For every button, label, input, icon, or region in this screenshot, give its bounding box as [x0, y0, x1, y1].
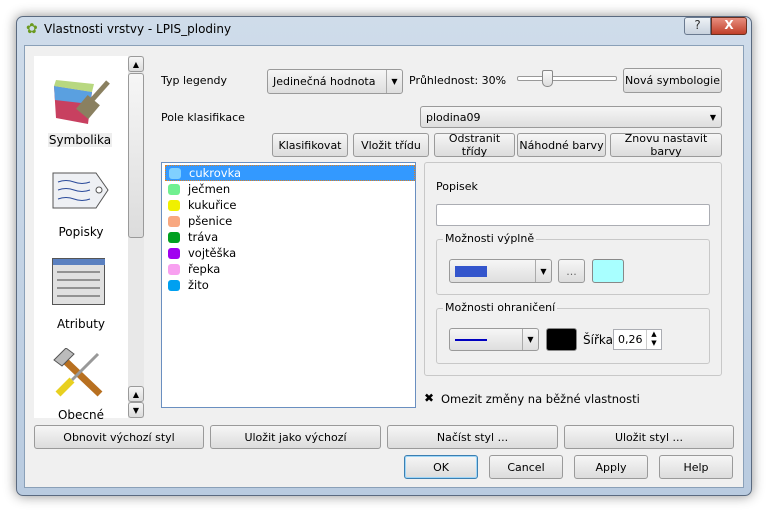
sidebar-item-obecne[interactable]: Obecné [34, 408, 128, 422]
class-label: ječmen [188, 182, 231, 196]
close-button[interactable]: X [711, 17, 747, 35]
class-label: řepka [188, 262, 221, 276]
sidebar-item-popisky[interactable]: Popisky [34, 225, 128, 239]
ok-button[interactable]: OK [404, 455, 478, 479]
class-list-item[interactable]: pšenice [165, 213, 415, 229]
save-as-default-button[interactable]: Uložit jako výchozí [210, 425, 381, 449]
class-list-item[interactable]: vojtěška [165, 245, 415, 261]
class-label: kukuřice [188, 198, 237, 212]
random-colors-button[interactable]: Náhodné barvy [517, 133, 606, 157]
class-list[interactable]: cukrovka ječmen kukuřice pšenice tráva vojtěš… [161, 162, 416, 408]
spin-arrows-icon[interactable]: ▲ ▼ [646, 330, 661, 349]
new-symbology-button[interactable]: Nová symbologie [623, 68, 722, 93]
sidebar-scrollbar[interactable]: ▲ ▲ ▼ [128, 56, 144, 418]
save-style-button[interactable]: Uložit styl ... [564, 425, 734, 449]
help-button[interactable]: ? [684, 17, 711, 35]
polygon-symbol-icon [168, 183, 180, 195]
sidebar-nav: Symbolika Popisky Atributy Obecné [34, 56, 128, 422]
scroll-up-icon[interactable]: ▲ [128, 56, 144, 72]
class-list-item[interactable]: ječmen [165, 181, 415, 197]
restrict-label: Omezit změny na běžné vlastnosti [441, 392, 640, 406]
chevron-down-icon: ▼ [522, 329, 538, 350]
scrollbar-thumb[interactable] [128, 73, 144, 238]
class-list-item[interactable]: cukrovka [165, 165, 415, 181]
legend-type-value: Jedinečná hodnota [273, 75, 376, 88]
class-label: tráva [188, 230, 219, 244]
polygon-symbol-icon [168, 231, 180, 243]
class-list-item[interactable]: kukuřice [165, 197, 415, 213]
app-icon: ✿ [26, 21, 38, 37]
class-list-item[interactable]: řepka [165, 261, 415, 277]
legend-type-label: Typ legendy [161, 74, 228, 87]
class-field-label: Pole klasifikace [161, 111, 245, 124]
scroll-up-icon[interactable]: ▲ [128, 386, 144, 402]
fill-style-swatch [455, 265, 487, 277]
fill-color-button[interactable] [592, 259, 624, 283]
chevron-down-icon: ▼ [709, 112, 717, 122]
class-label: cukrovka [189, 166, 242, 180]
polygon-symbol-icon [168, 263, 180, 275]
class-label: vojtěška [188, 246, 237, 260]
table-icon [52, 258, 105, 305]
width-label: Šířka [583, 333, 613, 347]
label-tag-icon [52, 172, 109, 209]
class-list-item[interactable]: žito [165, 277, 415, 293]
load-style-button[interactable]: Načíst styl ... [387, 425, 558, 449]
class-field-select[interactable]: plodina09 ▼ [420, 106, 722, 128]
border-options-title: Možnosti ohraničení [443, 301, 558, 314]
fill-options-title: Možnosti výplně [443, 232, 537, 245]
transparency-label: Průhlednost: 30% [409, 74, 507, 87]
popisek-input[interactable] [436, 204, 710, 226]
popisek-label: Popisek [436, 180, 478, 193]
slider-handle[interactable] [542, 70, 553, 87]
delete-classes-button[interactable]: Odstranit třídy [434, 132, 515, 158]
class-field-value: plodina09 [426, 110, 481, 124]
class-label: žito [188, 278, 209, 292]
border-color-button[interactable] [546, 328, 577, 351]
transparency-slider[interactable] [517, 76, 617, 81]
class-list-item[interactable]: tráva [165, 229, 415, 245]
legend-type-select[interactable]: Jedinečná hodnota ▼ [267, 69, 403, 94]
restore-default-style-button[interactable]: Obnovit výchozí styl [34, 425, 204, 449]
paintbrush-icon [54, 80, 110, 124]
insert-class-button[interactable]: Vložit třídu [353, 133, 429, 157]
class-label: pšenice [188, 214, 233, 228]
help-footer-button[interactable]: Help [659, 455, 733, 479]
width-spinbox[interactable]: 0,26 ▲ ▼ [613, 329, 662, 350]
scroll-down-icon[interactable]: ▼ [128, 402, 144, 418]
polygon-symbol-icon [168, 215, 180, 227]
border-line-swatch [455, 338, 487, 341]
border-style-select[interactable]: ▼ [449, 328, 539, 351]
window-title: Vlastnosti vrstvy - LPIS_plodiny [44, 22, 232, 36]
cancel-button[interactable]: Cancel [489, 455, 563, 479]
reset-colors-button[interactable]: Znovu nastavit barvy [610, 132, 722, 158]
sidebar-item-symbolika[interactable]: Symbolika [48, 133, 112, 147]
polygon-symbol-icon [168, 279, 180, 291]
chevron-down-icon: ▼ [386, 70, 402, 93]
sidebar-item-atributy[interactable]: Atributy [34, 317, 128, 331]
fill-style-select[interactable]: ▼ [449, 259, 552, 283]
tools-icon [53, 348, 103, 397]
chevron-down-icon: ▼ [535, 260, 551, 282]
width-value: 0,26 [618, 333, 643, 346]
apply-button[interactable]: Apply [574, 455, 648, 479]
polygon-symbol-icon [169, 167, 181, 179]
fill-more-button[interactable]: ... [558, 259, 585, 283]
polygon-symbol-icon [168, 199, 180, 211]
classify-button[interactable]: Klasifikovat [272, 133, 348, 157]
polygon-symbol-icon [168, 247, 180, 259]
restrict-checkbox[interactable]: ✖ [424, 392, 436, 404]
